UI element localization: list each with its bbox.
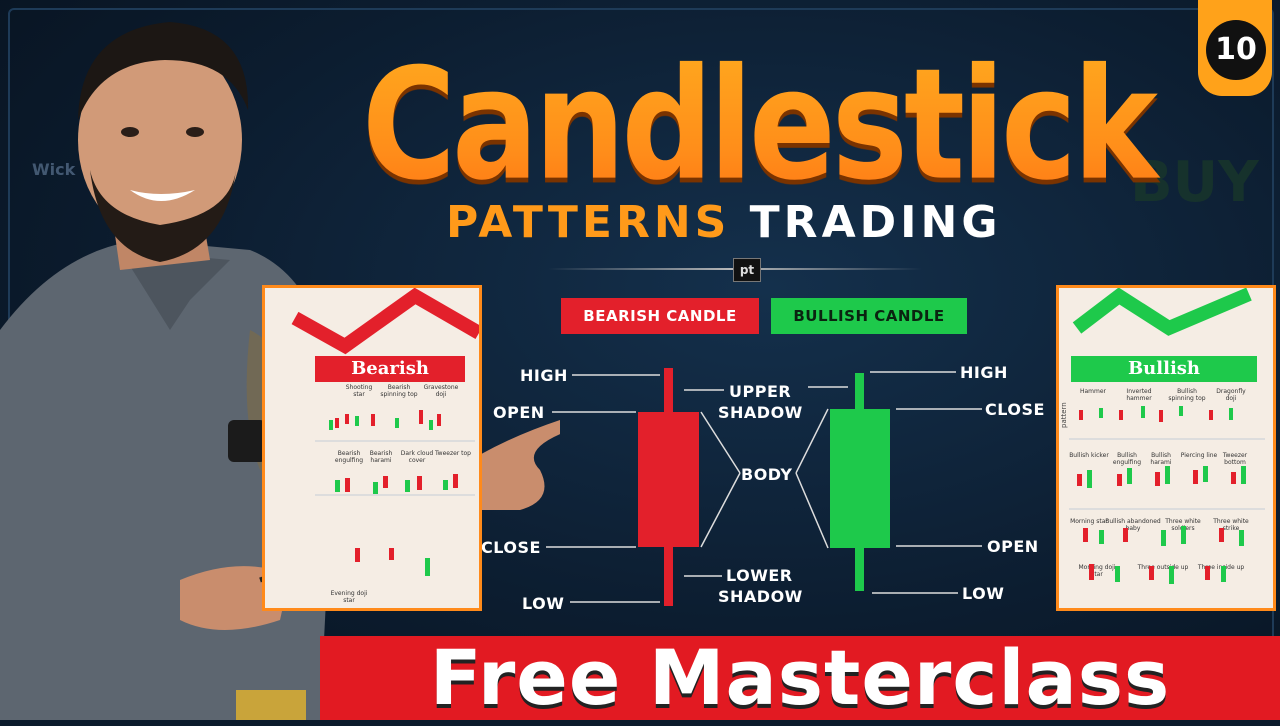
bullish-close-label: CLOSE — [985, 400, 1045, 419]
bearish-item-2: Bearish spinning top — [380, 384, 418, 398]
upper-shadow-label-2: SHADOW — [718, 403, 803, 422]
body-label: BODY — [741, 465, 793, 484]
lower-shadow-label-1: LOWER — [726, 566, 793, 585]
bullish-patterns-card: Bullish pattern Hammer Inverted hammer B… — [1056, 285, 1276, 611]
bearish-high-label: HIGH — [520, 366, 568, 385]
bearish-open-label: OPEN — [493, 403, 545, 422]
lower-shadow-label-2: SHADOW — [718, 587, 803, 606]
bullish-open-label: OPEN — [987, 537, 1039, 556]
bearish-card-banner: Bearish — [315, 356, 465, 382]
upper-shadow-label-1: UPPER — [729, 382, 792, 401]
bearish-mini-candles — [329, 410, 458, 576]
bullish-checkmark-icon — [1072, 288, 1252, 336]
bullish-body — [830, 409, 890, 548]
bullish-item-1: Hammer — [1079, 388, 1107, 395]
bearish-item-3: Gravestone doji — [423, 384, 459, 398]
bullish-card-banner: Bullish — [1071, 356, 1257, 382]
bearish-patterns-card: Bearish Shooting star Bearish spinning t… — [262, 285, 482, 611]
bearish-body — [638, 412, 699, 547]
bearish-zigzag-icon — [291, 288, 479, 355]
bearish-item-1: Shooting star — [345, 384, 373, 398]
bullish-mini-candles — [1077, 406, 1246, 584]
bullish-high-label: HIGH — [960, 363, 1008, 382]
bearish-close-label: CLOSE — [481, 538, 541, 557]
bullish-low-label: LOW — [962, 584, 1005, 603]
footer-title: Free Masterclass — [429, 633, 1171, 722]
bullish-side-label: pattern — [1060, 402, 1068, 428]
bearish-low-label: LOW — [522, 594, 565, 613]
